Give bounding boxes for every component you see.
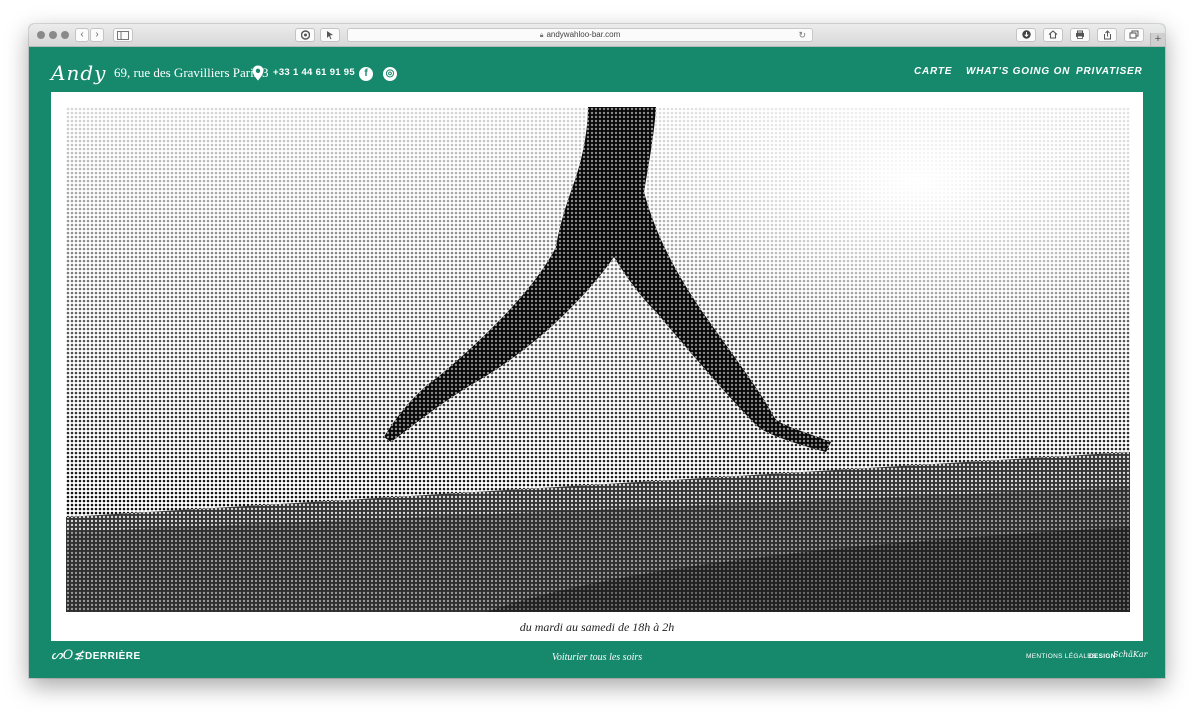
print-button[interactable] <box>1070 28 1090 42</box>
cursor-icon <box>326 31 333 40</box>
browser-window: ‹ › 🔒︎ andywahloo-bar.com ↻ + Andy 69, r… <box>29 24 1165 678</box>
andy-logo[interactable]: Andy <box>51 61 106 85</box>
close-window-icon[interactable] <box>37 31 45 39</box>
valet-notice: Voiturier tous les soirs <box>551 652 643 663</box>
sidebar-icon <box>117 31 129 40</box>
halftone-photo <box>66 107 1130 612</box>
legal-mentions-link[interactable]: MENTIONS LÉGALES <box>1026 653 1097 660</box>
minimize-window-icon[interactable] <box>49 31 57 39</box>
new-tab-button[interactable]: + <box>1150 33 1165 46</box>
zoom-window-icon[interactable] <box>61 31 69 39</box>
back-button[interactable]: ‹ <box>75 28 89 42</box>
facebook-icon[interactable]: f <box>359 67 373 81</box>
nav-whats-going-on[interactable]: WHAT'S GOING ON <box>966 66 1070 77</box>
hero-frame: du mardi au samedi de 18h à 2h <box>51 92 1143 641</box>
printer-icon <box>1076 30 1084 39</box>
browser-toolbar: ‹ › 🔒︎ andywahloo-bar.com ↻ + <box>29 24 1165 47</box>
design-label: DESIGN <box>1089 653 1116 660</box>
share-button[interactable] <box>1097 28 1117 42</box>
tabs-icon <box>1129 30 1139 39</box>
designer-link[interactable]: SchäKar <box>1113 650 1147 659</box>
share-icon <box>1103 30 1111 40</box>
address-text: 69, rue des Gravilliers Paris 3 <box>114 65 269 80</box>
nav-privatiser[interactable]: PRIVATISER <box>1076 66 1143 77</box>
nav-carte[interactable]: CARTE <box>914 66 952 77</box>
url-text: andywahloo-bar.com <box>546 30 621 39</box>
address-bar[interactable]: 🔒︎ andywahloo-bar.com ↻ <box>347 28 813 42</box>
download-icon <box>1021 30 1031 39</box>
map-pin-icon[interactable] <box>252 65 264 81</box>
tabs-overview-button[interactable] <box>1124 28 1144 42</box>
extension-button[interactable] <box>320 28 340 42</box>
hero-image <box>66 107 1130 612</box>
lock-icon: 🔒︎ <box>539 32 544 39</box>
downloads-button[interactable] <box>1016 28 1036 42</box>
phone-number[interactable]: +33 1 44 61 91 95 <box>273 67 355 78</box>
opening-hours: du mardi au samedi de 18h à 2h <box>519 620 675 634</box>
sidebar-toggle-button[interactable] <box>113 28 133 42</box>
home-button[interactable] <box>1043 28 1063 42</box>
instagram-icon[interactable]: ◎ <box>383 67 397 81</box>
reload-icon[interactable]: ↻ <box>798 29 806 41</box>
home-icon <box>1048 30 1058 39</box>
forward-button[interactable]: › <box>90 28 104 42</box>
privacy-shield-button[interactable] <box>295 28 315 42</box>
shield-icon <box>300 30 310 40</box>
